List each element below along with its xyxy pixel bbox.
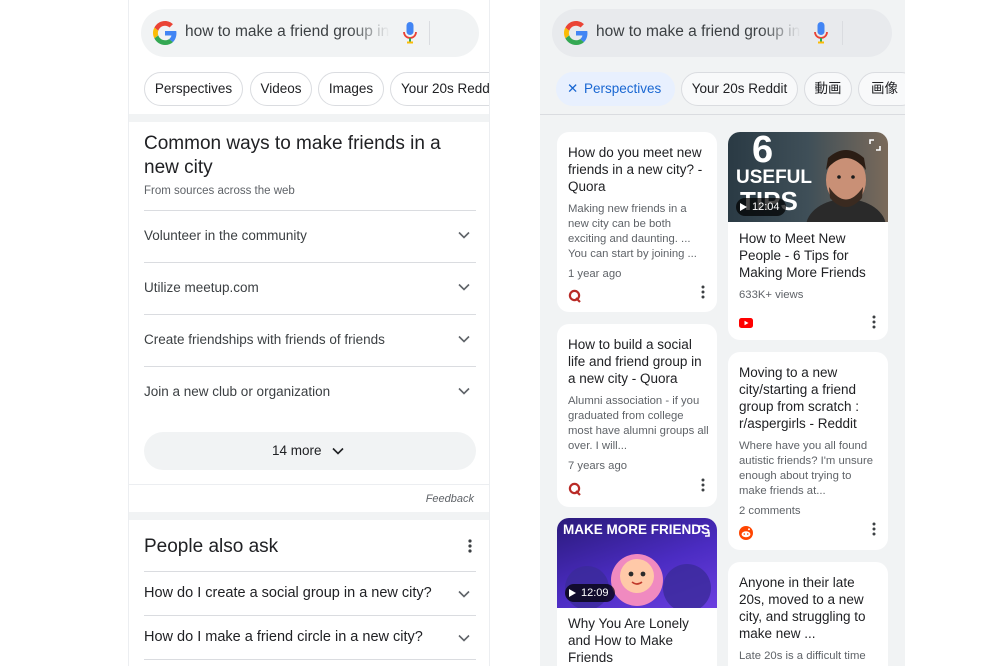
card-meta: 2 comments: [739, 505, 801, 517]
card-snippet: Alumni association - if you graduated fr…: [568, 395, 709, 452]
card-title[interactable]: How to build a social life and friend gr…: [568, 336, 710, 387]
more-options-icon[interactable]: [872, 522, 876, 536]
expand-icon[interactable]: [697, 524, 711, 538]
paa-question-label: How do I create a social group in a new …: [144, 585, 432, 601]
google-g-icon: [153, 21, 177, 45]
search-bar[interactable]: how to make a friend group in a new city: [141, 9, 479, 57]
youtube-icon: [739, 318, 753, 328]
card-title[interactable]: Anyone in their late 20s, moved to a new…: [739, 574, 881, 642]
chip-perspectives-active[interactable]: ✕ Perspectives: [556, 72, 675, 106]
thumbnail-text: USEFUL: [736, 167, 812, 188]
card-meta: 1 year ago: [568, 268, 622, 280]
chip-images[interactable]: Images: [318, 72, 384, 106]
show-more-button[interactable]: 14 more: [144, 432, 476, 470]
divider: [144, 659, 476, 660]
chip-images-ja[interactable]: 画像: [858, 72, 905, 106]
filter-chips: Perspectives Videos Images Your 20s Redd…: [144, 72, 489, 106]
paa-title: People also ask: [144, 536, 279, 557]
search-bar-divider: [842, 21, 843, 45]
search-query[interactable]: how to make a friend group in a new city: [185, 23, 390, 41]
accordion-item[interactable]: Utilize meetup.com: [144, 262, 476, 314]
paa-question[interactable]: How do I create a social group in a new …: [144, 571, 476, 615]
video-duration: 12:09: [565, 584, 615, 602]
show-more-label: 14 more: [272, 443, 322, 458]
thumbnail-text: MAKE MORE FRIENDS: [563, 522, 711, 537]
accordion-item-label: Volunteer in the community: [144, 228, 307, 243]
perspective-video-card[interactable]: 6 USEFUL TIPS 12:04 How to Meet New Peop…: [728, 132, 888, 340]
chevron-down-icon: [458, 283, 470, 291]
search-bar-divider: [429, 21, 430, 45]
search-bar[interactable]: how to make a friend group in a new city: [552, 9, 892, 57]
card-meta: 633K+ views: [739, 289, 804, 301]
accordion-item-label: Join a new club or organization: [144, 384, 331, 399]
ways-subtitle: From sources across the web: [144, 185, 295, 197]
chevron-down-icon: [332, 447, 344, 455]
divider: [129, 484, 489, 485]
microphone-icon[interactable]: [814, 22, 828, 44]
google-g-icon: [564, 21, 588, 45]
perspective-card[interactable]: Anyone in their late 20s, moved to a new…: [728, 562, 888, 666]
section-divider: [129, 512, 489, 520]
perspective-card[interactable]: How do you meet new friends in a new cit…: [557, 132, 717, 312]
divider: [540, 114, 905, 115]
video-duration: 12:04: [736, 198, 786, 216]
card-title[interactable]: Moving to a new city/starting a friend g…: [739, 364, 881, 432]
play-icon: [569, 589, 576, 597]
paa-question-label: How do I make a friend circle in a new c…: [144, 629, 423, 645]
chevron-down-icon: [458, 590, 470, 598]
right-screen: how to make a friend group in a new city…: [540, 0, 905, 666]
perspective-card[interactable]: How to build a social life and friend gr…: [557, 324, 717, 507]
chip-perspectives[interactable]: Perspectives: [144, 72, 243, 106]
video-thumbnail[interactable]: 6 USEFUL TIPS 12:04: [728, 132, 888, 222]
chevron-down-icon: [458, 335, 470, 343]
accordion-item[interactable]: Volunteer in the community: [144, 210, 476, 262]
more-options-icon[interactable]: [872, 315, 876, 329]
accordion-item[interactable]: Create friendships with friends of frien…: [144, 314, 476, 366]
card-snippet: Late 20s is a difficult time: [739, 650, 866, 662]
chevron-down-icon: [458, 387, 470, 395]
reddit-icon: [739, 526, 753, 540]
accordion-item[interactable]: Join a new club or organization: [144, 366, 476, 418]
accordion-item-label: Create friendships with friends of frien…: [144, 332, 385, 347]
chip-videos-ja[interactable]: 動画: [804, 72, 852, 106]
ways-title: Common ways to make friends in a new cit…: [144, 133, 441, 178]
chip-your-20s-reddit[interactable]: Your 20s Reddit: [681, 72, 798, 106]
play-icon: [740, 203, 747, 211]
chip-videos[interactable]: Videos: [250, 72, 312, 106]
card-title[interactable]: Why You Are Lonely and How to Make Frien…: [568, 615, 710, 666]
left-screen: how to make a friend group in a new city…: [128, 0, 490, 666]
microphone-icon[interactable]: [403, 22, 417, 44]
card-snippet: Where have you all found autistic friend…: [739, 440, 874, 497]
expand-icon[interactable]: [868, 138, 882, 152]
video-thumbnail[interactable]: MAKE MORE FRIENDS 12:09: [557, 518, 717, 608]
chip-label: Perspectives: [584, 81, 662, 96]
quora-icon: [568, 289, 581, 303]
chevron-down-icon: [458, 231, 470, 239]
filter-chips: ✕ Perspectives Your 20s Reddit 動画 画像: [556, 72, 905, 106]
chevron-down-icon: [458, 634, 470, 642]
clear-filter-icon[interactable]: ✕: [567, 73, 581, 105]
more-options-icon[interactable]: [701, 285, 705, 299]
card-title[interactable]: How do you meet new friends in a new cit…: [568, 144, 710, 195]
more-options-icon[interactable]: [701, 478, 705, 492]
accordion-item-label: Utilize meetup.com: [144, 280, 259, 295]
feedback-link[interactable]: Feedback: [426, 493, 474, 505]
paa-question[interactable]: How do I make a friend circle in a new c…: [144, 615, 476, 659]
section-divider: [129, 114, 489, 122]
perspective-video-card[interactable]: MAKE MORE FRIENDS 12:09 Why You Are Lone…: [557, 518, 717, 666]
card-meta: 7 years ago: [568, 460, 628, 472]
search-query[interactable]: how to make a friend group in a new city: [596, 23, 801, 41]
more-options-icon[interactable]: [468, 539, 472, 553]
card-snippet: Making new friends in a new city can be …: [568, 203, 697, 260]
chip-your-20s-reddit[interactable]: Your 20s Reddit: [390, 72, 489, 106]
perspective-card[interactable]: Moving to a new city/starting a friend g…: [728, 352, 888, 550]
thumbnail-number: 6: [752, 132, 774, 171]
card-title[interactable]: How to Meet New People - 6 Tips for Maki…: [739, 230, 881, 281]
quora-icon: [568, 482, 581, 496]
